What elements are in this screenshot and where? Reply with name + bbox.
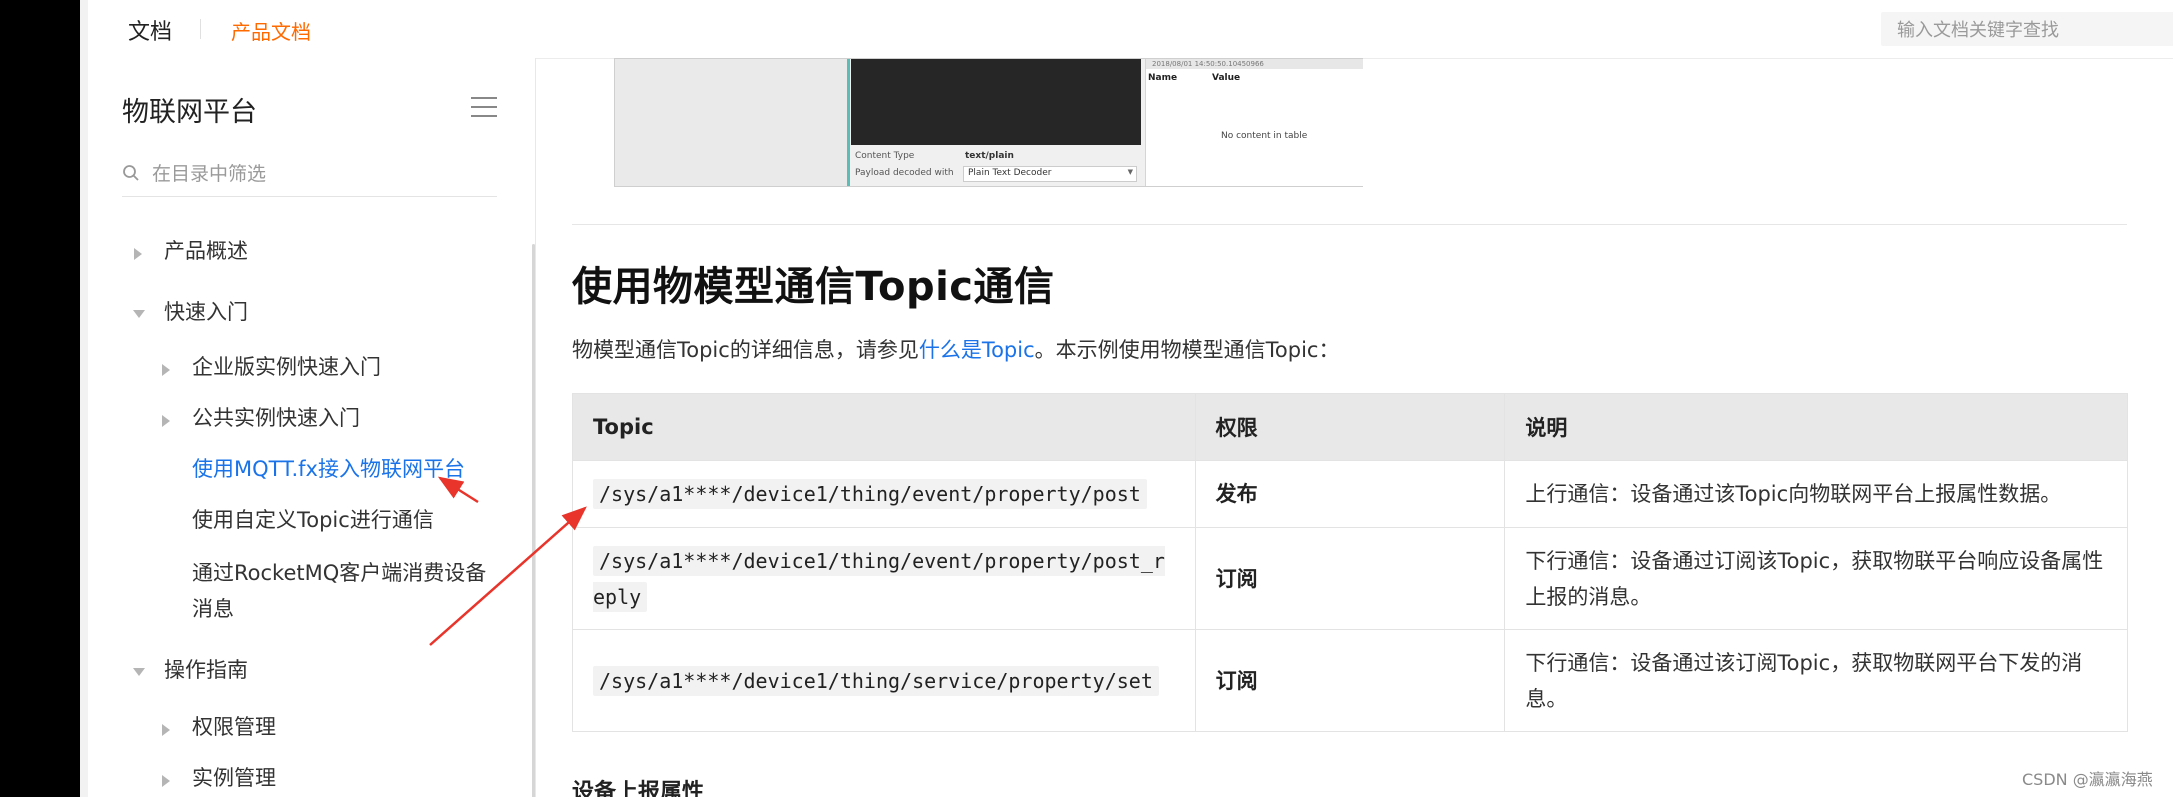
top-nav-divider bbox=[200, 19, 201, 39]
watermark: CSDN @瀛瀛海燕 bbox=[2022, 770, 2153, 789]
table-cell-description: 下行通信：设备通过该订阅Topic，获取物联网平台下发的消息。 bbox=[1504, 629, 2128, 732]
topic-code: /sys/a1****/device1/thing/service/proper… bbox=[593, 665, 1159, 696]
table-cell-permission: 订阅 bbox=[1194, 629, 1506, 732]
page: 文档 产品文档 物联网平台 产品概述 快速入门 企业版实例快速入门 公共实例快速 bbox=[0, 0, 2173, 797]
sidebar-scrollbar[interactable] bbox=[532, 244, 535, 797]
caret-down-icon[interactable] bbox=[133, 310, 145, 318]
sidebar-item-rocketmq-line2[interactable]: 消息 bbox=[192, 591, 234, 627]
toc-filter[interactable] bbox=[122, 156, 497, 197]
sidebar-title: 物联网平台 bbox=[122, 97, 257, 128]
table-cell-description: 上行通信：设备通过该Topic向物联网平台上报属性数据。 bbox=[1504, 460, 2128, 528]
search-icon bbox=[123, 165, 139, 181]
screenshot-payload-select: Plain Text Decoder ▼ bbox=[963, 166, 1137, 182]
permission-value: 订阅 bbox=[1215, 668, 1258, 693]
table-cell-permission: 发布 bbox=[1194, 460, 1506, 528]
caret-right-icon[interactable] bbox=[134, 248, 142, 260]
screenshot-payload-value: Plain Text Decoder bbox=[968, 168, 1052, 178]
sidebar-item-mqttfx[interactable]: 使用MQTT.fx接入物联网平台 bbox=[192, 451, 465, 487]
caret-right-icon[interactable] bbox=[162, 364, 170, 376]
top-nav-product-docs[interactable]: 产品文档 bbox=[231, 16, 311, 45]
sidebar-item-quick-start[interactable]: 快速入门 bbox=[164, 294, 248, 330]
sidebar-item-instances[interactable]: 实例管理 bbox=[192, 760, 276, 796]
menu-icon[interactable] bbox=[471, 96, 497, 118]
toc-filter-input[interactable] bbox=[150, 158, 494, 190]
caret-right-icon[interactable] bbox=[162, 724, 170, 736]
sidebar-item-custom-topic[interactable]: 使用自定义Topic进行通信 bbox=[192, 502, 434, 538]
screenshot-content-type-value: text/plain bbox=[965, 151, 1014, 161]
sidebar-item-product-overview[interactable]: 产品概述 bbox=[164, 233, 248, 269]
top-bar: 文档 产品文档 bbox=[88, 0, 2173, 59]
sidebar-item-permissions[interactable]: 权限管理 bbox=[192, 709, 276, 745]
screenshot-content-type-label: Content Type bbox=[855, 151, 915, 161]
topic-table: Topic 权限 说明 /sys/a1****/device1/thing/ev… bbox=[572, 393, 2128, 732]
section-divider bbox=[572, 224, 2127, 225]
screenshot-empty-text: No content in table bbox=[1221, 131, 1308, 141]
table-cell-topic: /sys/a1****/device1/thing/event/property… bbox=[572, 460, 1196, 528]
caret-right-icon[interactable] bbox=[162, 775, 170, 787]
table-cell-description: 下行通信：设备通过订阅该Topic，获取物联平台响应设备属性上报的消息。 bbox=[1504, 527, 2128, 630]
table-header-topic: Topic bbox=[572, 393, 1196, 461]
permission-value: 订阅 bbox=[1215, 566, 1258, 591]
desc-text-after: 。本示例使用物模型通信Topic： bbox=[1034, 338, 1340, 362]
sidebar-item-enterprise-quick-start[interactable]: 企业版实例快速入门 bbox=[192, 349, 381, 385]
subsection-heading: 设备上报属性 bbox=[572, 780, 705, 797]
table-row: /sys/a1****/device1/thing/service/proper… bbox=[572, 629, 2128, 732]
what-is-topic-link[interactable]: 什么是Topic bbox=[919, 338, 1035, 362]
sidebar-item-guide[interactable]: 操作指南 bbox=[164, 652, 248, 688]
screenshot-left-panel bbox=[615, 59, 850, 186]
doc-search-box[interactable] bbox=[1881, 12, 2173, 48]
article-content: Content Type text/plain Payload decoded … bbox=[536, 58, 2173, 797]
table-header-row: Topic 权限 说明 bbox=[572, 393, 2128, 461]
caret-right-icon[interactable] bbox=[162, 415, 170, 427]
table-cell-permission: 订阅 bbox=[1194, 527, 1506, 630]
sidebar: 物联网平台 产品概述 快速入门 企业版实例快速入门 公共实例快速入门 使用MQT… bbox=[88, 58, 536, 797]
left-black-edge bbox=[0, 0, 80, 797]
embedded-mqttfx-screenshot: Content Type text/plain Payload decoded … bbox=[614, 58, 1363, 187]
table-cell-topic: /sys/a1****/device1/thing/event/property… bbox=[572, 527, 1196, 630]
topic-code: /sys/a1****/device1/thing/event/property… bbox=[593, 479, 1147, 509]
table-row: /sys/a1****/device1/thing/event/property… bbox=[572, 460, 2128, 528]
section-description: 物模型通信Topic的详细信息，请参见什么是Topic。本示例使用物模型通信To… bbox=[572, 334, 1339, 364]
table-row: /sys/a1****/device1/thing/event/property… bbox=[572, 527, 2128, 630]
caret-down-icon[interactable] bbox=[133, 668, 145, 676]
sidebar-item-public-quick-start[interactable]: 公共实例快速入门 bbox=[192, 400, 360, 436]
sidebar-item-rocketmq[interactable]: 通过RocketMQ客户端消费设备 bbox=[192, 555, 486, 591]
table-header-permission: 权限 bbox=[1194, 393, 1506, 461]
screenshot-properties-panel: 2018/08/01 14:50:50.10450966 Name Value … bbox=[1145, 59, 1363, 186]
table-cell-topic: /sys/a1****/device1/thing/service/proper… bbox=[572, 629, 1196, 732]
screenshot-payload-label: Payload decoded with bbox=[855, 168, 954, 178]
screenshot-col-name: Name bbox=[1148, 73, 1178, 83]
chevron-down-icon: ▼ bbox=[1127, 168, 1133, 176]
doc-search-input[interactable] bbox=[1881, 12, 2169, 48]
permission-value: 发布 bbox=[1215, 482, 1258, 506]
screenshot-col-value: Value bbox=[1212, 73, 1241, 83]
screenshot-payload-area bbox=[851, 59, 1141, 145]
section-heading: 使用物模型通信Topic通信 bbox=[572, 264, 1055, 310]
table-header-description: 说明 bbox=[1504, 393, 2128, 461]
top-nav-docs[interactable]: 文档 bbox=[128, 14, 172, 46]
desc-text-before: 物模型通信Topic的详细信息，请参见 bbox=[572, 338, 919, 362]
topic-code: /sys/a1****/device1/thing/event/property… bbox=[593, 545, 1165, 612]
screenshot-timestamp: 2018/08/01 14:50:50.10450966 bbox=[1146, 59, 1363, 69]
